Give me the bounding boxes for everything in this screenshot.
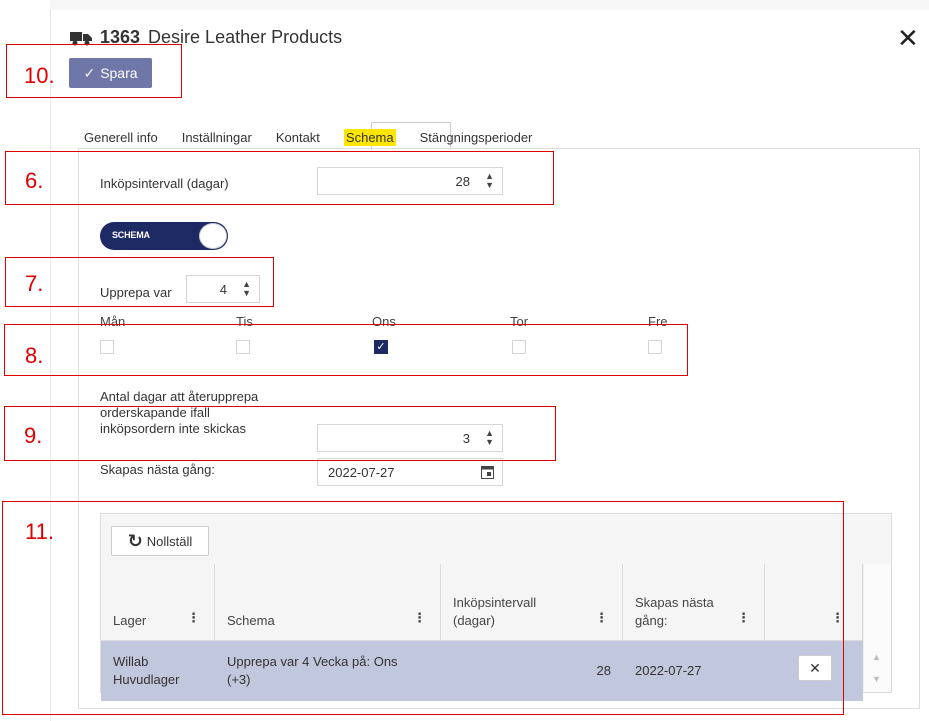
tab-schema[interactable]: Schema bbox=[343, 128, 396, 147]
annotation-label-11: 11. bbox=[25, 519, 54, 544]
tab-generell-info[interactable]: Generell info bbox=[84, 128, 158, 147]
tab-stangningsperioder[interactable]: Stängningsperioder bbox=[420, 128, 533, 147]
annotation-box-9 bbox=[4, 406, 556, 461]
tab-kontakt[interactable]: Kontakt bbox=[276, 128, 320, 147]
grid-scrollbar[interactable]: ▲ ▼ bbox=[863, 564, 891, 691]
tab-bar: Generell info Inställningar Kontakt Sche… bbox=[84, 128, 556, 147]
annotation-box-6 bbox=[5, 151, 554, 205]
schema-toggle-label: SCHEMA bbox=[112, 230, 150, 240]
next-label: Skapas nästa gång: bbox=[100, 462, 215, 477]
tab-installningar[interactable]: Inställningar bbox=[182, 128, 252, 147]
annotation-label-9: 9. bbox=[24, 423, 43, 448]
scroll-down-icon[interactable]: ▼ bbox=[872, 674, 881, 684]
annotation-box-7 bbox=[5, 257, 274, 307]
annotation-label-8: 8. bbox=[25, 343, 44, 368]
annotation-label-7: 7. bbox=[25, 271, 44, 296]
annotation-label-10: 10. bbox=[24, 63, 55, 88]
schema-toggle[interactable]: SCHEMA bbox=[100, 222, 228, 250]
next-date-value: 2022-07-27 bbox=[328, 465, 395, 480]
toggle-knob bbox=[199, 223, 227, 249]
close-icon[interactable]: ✕ bbox=[897, 25, 919, 51]
calendar-icon[interactable] bbox=[481, 465, 494, 479]
next-date-picker[interactable]: 2022-07-27 bbox=[317, 458, 503, 486]
annotation-box-11 bbox=[2, 501, 844, 715]
scroll-up-icon[interactable]: ▲ bbox=[872, 652, 881, 662]
annotation-box-8 bbox=[4, 324, 688, 376]
annotation-label-6: 6. bbox=[25, 168, 44, 193]
dialog-top-shade bbox=[50, 0, 929, 10]
